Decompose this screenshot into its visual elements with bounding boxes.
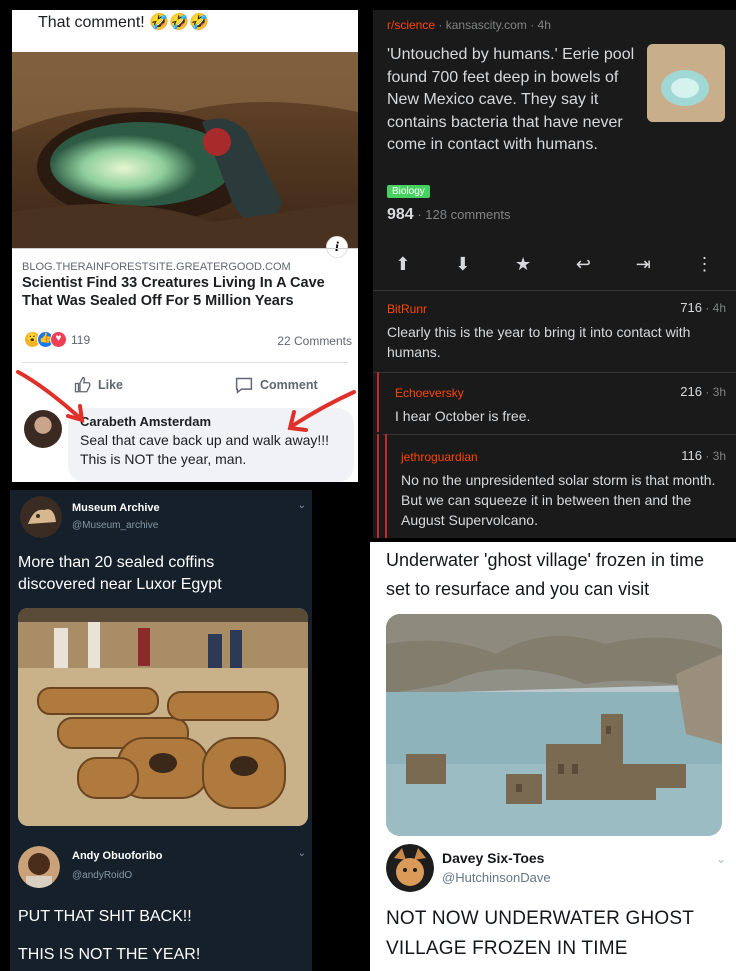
upvote-icon[interactable]: ⬆ xyxy=(395,254,410,275)
tweet-light: Underwater 'ghost village' frozen in tim… xyxy=(370,542,736,971)
reply-text: NOT NOW UNDERWATER GHOST VILLAGE FROZEN … xyxy=(386,908,694,959)
tweet-text: Underwater 'ghost village' frozen in tim… xyxy=(386,550,705,599)
more-icon[interactable]: ⋮ xyxy=(696,254,714,275)
divider xyxy=(22,362,348,363)
comments-link[interactable]: 128 comments xyxy=(425,207,510,222)
divider xyxy=(373,372,736,373)
tweet-author-name[interactable]: Museum Archive xyxy=(72,502,160,514)
comment-body: I hear October is free. xyxy=(395,408,531,424)
thread-bar xyxy=(385,434,387,538)
tweet-text: More than 20 sealed coffins discovered n… xyxy=(18,554,222,593)
thread-bar xyxy=(377,434,379,538)
post-age: 4h xyxy=(537,18,551,32)
flair-badge[interactable]: Biology xyxy=(387,185,430,198)
comments-count[interactable]: 22 Comments xyxy=(277,334,352,348)
thread-bar xyxy=(377,372,379,432)
coffins-photo[interactable] xyxy=(18,608,308,826)
like-label: Like xyxy=(98,378,124,392)
info-icon[interactable]: i xyxy=(326,236,348,258)
tweet-author-handle[interactable]: @Museum_archive xyxy=(72,520,158,531)
link-title[interactable]: Scientist Find 33 Creatures Living In A … xyxy=(22,274,352,310)
tweet-dark: Museum Archive @Museum_archive ⌄ More th… xyxy=(10,490,312,971)
post-caption: That comment! 🤣🤣🤣 xyxy=(38,14,209,31)
avatar[interactable] xyxy=(386,844,434,892)
reply-author-handle[interactable]: @HutchinsonDave xyxy=(442,870,551,885)
comment-score: 216 · 3h xyxy=(680,384,726,399)
post-thumbnail[interactable] xyxy=(647,44,725,122)
downvote-icon[interactable]: ⬇ xyxy=(455,254,470,275)
divider xyxy=(12,248,358,249)
chevron-down-icon[interactable]: ⌄ xyxy=(298,848,306,859)
link-source[interactable]: BLOG.THERAINFORESTSITE.GREATERGOOD.COM xyxy=(22,261,291,273)
star-icon[interactable]: ★ xyxy=(515,254,531,275)
reddit-post: r/science · kansascity.com · 4h 'Untouch… xyxy=(373,10,736,538)
ghost-village-photo[interactable] xyxy=(386,614,722,836)
love-icon: ♥ xyxy=(50,331,67,348)
comment-icon xyxy=(235,377,253,394)
reply-text-line-1: PUT THAT SHIT BACK!! xyxy=(18,908,192,925)
divider xyxy=(373,290,736,291)
post-score: 984 xyxy=(387,206,414,223)
red-arrow-right xyxy=(287,390,356,432)
reply-author-handle[interactable]: @andyRoidO xyxy=(72,870,132,881)
avatar[interactable] xyxy=(18,846,60,888)
facebook-post: That comment! 🤣🤣🤣 i BLOG.THERAINFORESTSI… xyxy=(12,10,358,482)
reply-author-name[interactable]: Davey Six-Toes xyxy=(442,850,544,866)
reactions[interactable]: 😮 👍 ♥ 119 xyxy=(24,331,90,348)
comment-score: 116 · 3h xyxy=(681,448,726,463)
reaction-count: 119 xyxy=(71,332,91,347)
post-title[interactable]: 'Untouched by humans.' Eerie pool found … xyxy=(387,44,643,157)
reply-author-name[interactable]: Andy Obuoforibo xyxy=(72,850,162,862)
comment-user[interactable]: Echoeversky xyxy=(395,386,464,400)
comment-body: No no the unpresidented solar storm is t… xyxy=(401,472,716,528)
cave-photo[interactable] xyxy=(12,52,358,248)
red-arrow-left xyxy=(16,370,85,423)
divider xyxy=(383,434,736,435)
comment-user[interactable]: BitRunr xyxy=(387,302,427,316)
post-domain[interactable]: kansascity.com xyxy=(446,18,527,32)
post-action-bar: ⬆ ⬇ ★ ↩ ⇥ ⋮ xyxy=(373,246,736,282)
comment-body: Clearly this is the year to bring it int… xyxy=(387,324,691,360)
comment-user[interactable]: jethroguardian xyxy=(401,450,478,464)
reply-icon[interactable]: ↩ xyxy=(576,254,591,275)
post-stats: 984 · 128 comments xyxy=(387,206,511,223)
reply-text-line-2: THIS IS NOT THE YEAR! xyxy=(18,946,201,963)
avatar[interactable] xyxy=(20,496,62,538)
post-meta: r/science · kansascity.com · 4h xyxy=(387,18,551,32)
comment-score: 716 · 4h xyxy=(680,300,726,315)
chevron-down-icon[interactable]: ⌄ xyxy=(716,852,726,866)
share-icon[interactable]: ⇥ xyxy=(636,254,651,275)
subreddit-link[interactable]: r/science xyxy=(387,18,435,32)
chevron-down-icon[interactable]: ⌄ xyxy=(298,500,306,511)
